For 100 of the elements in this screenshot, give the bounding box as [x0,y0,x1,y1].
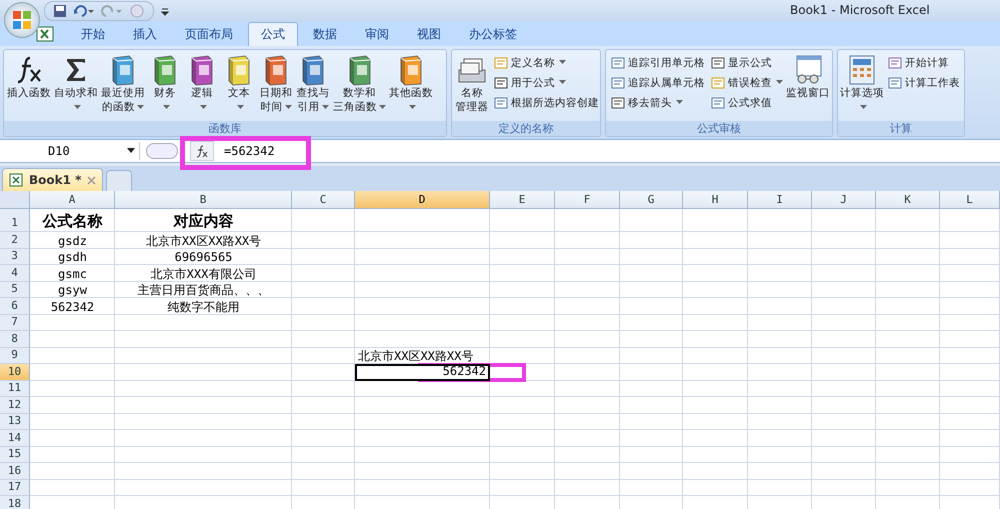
ribbon-tab[interactable]: 开始 [68,22,118,46]
row-header[interactable]: 17 [0,480,30,496]
selected-cell[interactable]: 562342 [355,364,490,380]
ribbon-button[interactable]: 显示公式 [710,54,783,71]
row-header[interactable]: 9 [0,348,30,364]
group-label: 定义的名称 [452,121,600,136]
row-header[interactable]: 1 [0,209,30,232]
splitter-handle[interactable] [146,143,178,159]
excel-icon[interactable] [36,26,54,42]
redo-icon[interactable] [101,4,123,18]
ribbon-button[interactable]: 用于公式 [493,74,599,91]
excel-icon [9,173,23,187]
cell-text: gsdz [58,232,87,248]
name-box[interactable]: D10 [0,142,140,160]
ribbon-button[interactable]: 监视窗口 [786,52,830,102]
cell-text: 主营日用百货商品、、、 [138,282,270,298]
ribbon-button[interactable]: 开始计算 [887,54,960,71]
office-button[interactable] [4,2,40,38]
cell-text: gsdh [58,249,87,265]
column-header[interactable]: D [355,191,490,209]
small-tool-icon [710,94,726,110]
column-header[interactable]: H [683,191,748,209]
ribbon-button[interactable]: 计算工作表 [887,74,960,91]
cell-text: 公式名称 [42,211,102,232]
ribbon-tab[interactable]: 插入 [120,22,170,46]
column-header[interactable]: C [292,191,355,209]
column-header[interactable]: J [812,191,876,209]
cell-text: gsmc [58,266,87,282]
window-title: Book1 - Microsoft Excel [790,3,930,17]
small-tool-icon [710,74,726,90]
row-header[interactable]: 6 [0,298,30,314]
small-tool-icon [887,54,903,70]
close-icon[interactable] [87,176,96,184]
row-header[interactable]: 2 [0,232,30,248]
ribbon-button[interactable]: 插入函数 [6,52,52,102]
cell-text: gsyw [58,282,87,298]
workbook-tab[interactable]: Book1 * [2,168,104,191]
column-header[interactable]: K [876,191,940,209]
ribbon-button[interactable]: 移去箭头 [610,94,705,111]
row-header[interactable]: 3 [0,248,30,265]
undo-icon[interactable] [73,4,95,18]
row-header[interactable]: 14 [0,430,30,446]
small-tool-icon [493,54,509,70]
dropdown-caret-icon [127,148,135,154]
ribbon-tab[interactable]: 办公标签 [456,22,530,46]
save-icon[interactable] [53,4,67,18]
customize-caret-icon[interactable] [160,6,170,16]
cell-text: 北京市XX区XX路XX号 [358,348,474,364]
row-header[interactable]: 4 [0,265,30,282]
ribbon-tab[interactable]: 视图 [404,22,454,46]
ribbon-button[interactable]: 最近使用 的函数 [100,52,146,116]
column-header[interactable]: B [115,191,292,209]
ribbon-button[interactable]: 错误检查 [710,74,783,91]
small-tool-icon [610,54,626,70]
ribbon-button[interactable]: 追踪引用单元格 [610,54,705,71]
ribbon-button[interactable]: 查找与 引用 [295,52,331,116]
row-header[interactable]: 18 [0,496,30,509]
ribbon-button[interactable]: 其他函数 [388,52,434,116]
row-header[interactable]: 7 [0,314,30,331]
row-header[interactable]: 16 [0,463,30,480]
ribbon-button[interactable]: 追踪从属单元格 [610,74,705,91]
row-header[interactable]: 13 [0,414,30,430]
cell-text: 北京市XXX有限公司 [150,266,256,282]
ribbon-tab[interactable]: 数据 [300,22,350,46]
formula-field[interactable]: =562342 [220,142,1000,160]
ribbon-button[interactable]: 财务 [147,52,183,116]
column-header[interactable]: A [30,191,115,209]
row-header[interactable]: 12 [0,397,30,414]
group-label: 计算 [838,121,964,136]
insert-function-button[interactable] [190,141,214,161]
ribbon-button[interactable]: 根据所选内容创建 [493,94,599,111]
ribbon-button[interactable]: 文本 [221,52,257,116]
column-header[interactable]: L [940,191,1000,209]
ribbon-tab[interactable]: 审阅 [352,22,402,46]
cell-text: 562342 [50,298,94,314]
ribbon-button[interactable]: 计算选项 [840,52,884,116]
row-header[interactable]: 5 [0,282,30,298]
ribbon-tab[interactable]: 页面布局 [172,22,246,46]
ribbon-button[interactable]: 公式求值 [710,94,783,111]
row-header[interactable]: 10 [0,364,30,380]
ribbon-button[interactable]: 定义名称 [493,54,599,71]
column-header[interactable]: I [748,191,812,209]
row-header[interactable]: 15 [0,446,30,463]
cell-text: 纯数字不能用 [168,298,240,314]
small-tool-icon [610,94,626,110]
column-header[interactable]: G [620,191,683,209]
column-header[interactable]: E [490,191,555,209]
small-tool-icon [887,74,903,90]
cell-text: 北京市XX区XX路XX号 [146,232,262,248]
ribbon-tab[interactable]: 公式 [248,22,298,46]
ribbon-button[interactable]: 名称 管理器 [454,52,490,116]
ribbon-button[interactable]: 日期和 时间 [258,52,294,116]
calculator-icon [847,54,877,86]
ribbon-button[interactable]: 逻辑 [184,52,220,116]
row-header[interactable]: 8 [0,331,30,348]
row-header[interactable]: 11 [0,380,30,397]
ribbon-button[interactable]: 数学和 三角函数 [332,52,387,116]
ribbon-button[interactable]: 自动求和 [53,52,99,116]
column-header[interactable]: F [555,191,620,209]
small-tool-icon [493,94,509,110]
